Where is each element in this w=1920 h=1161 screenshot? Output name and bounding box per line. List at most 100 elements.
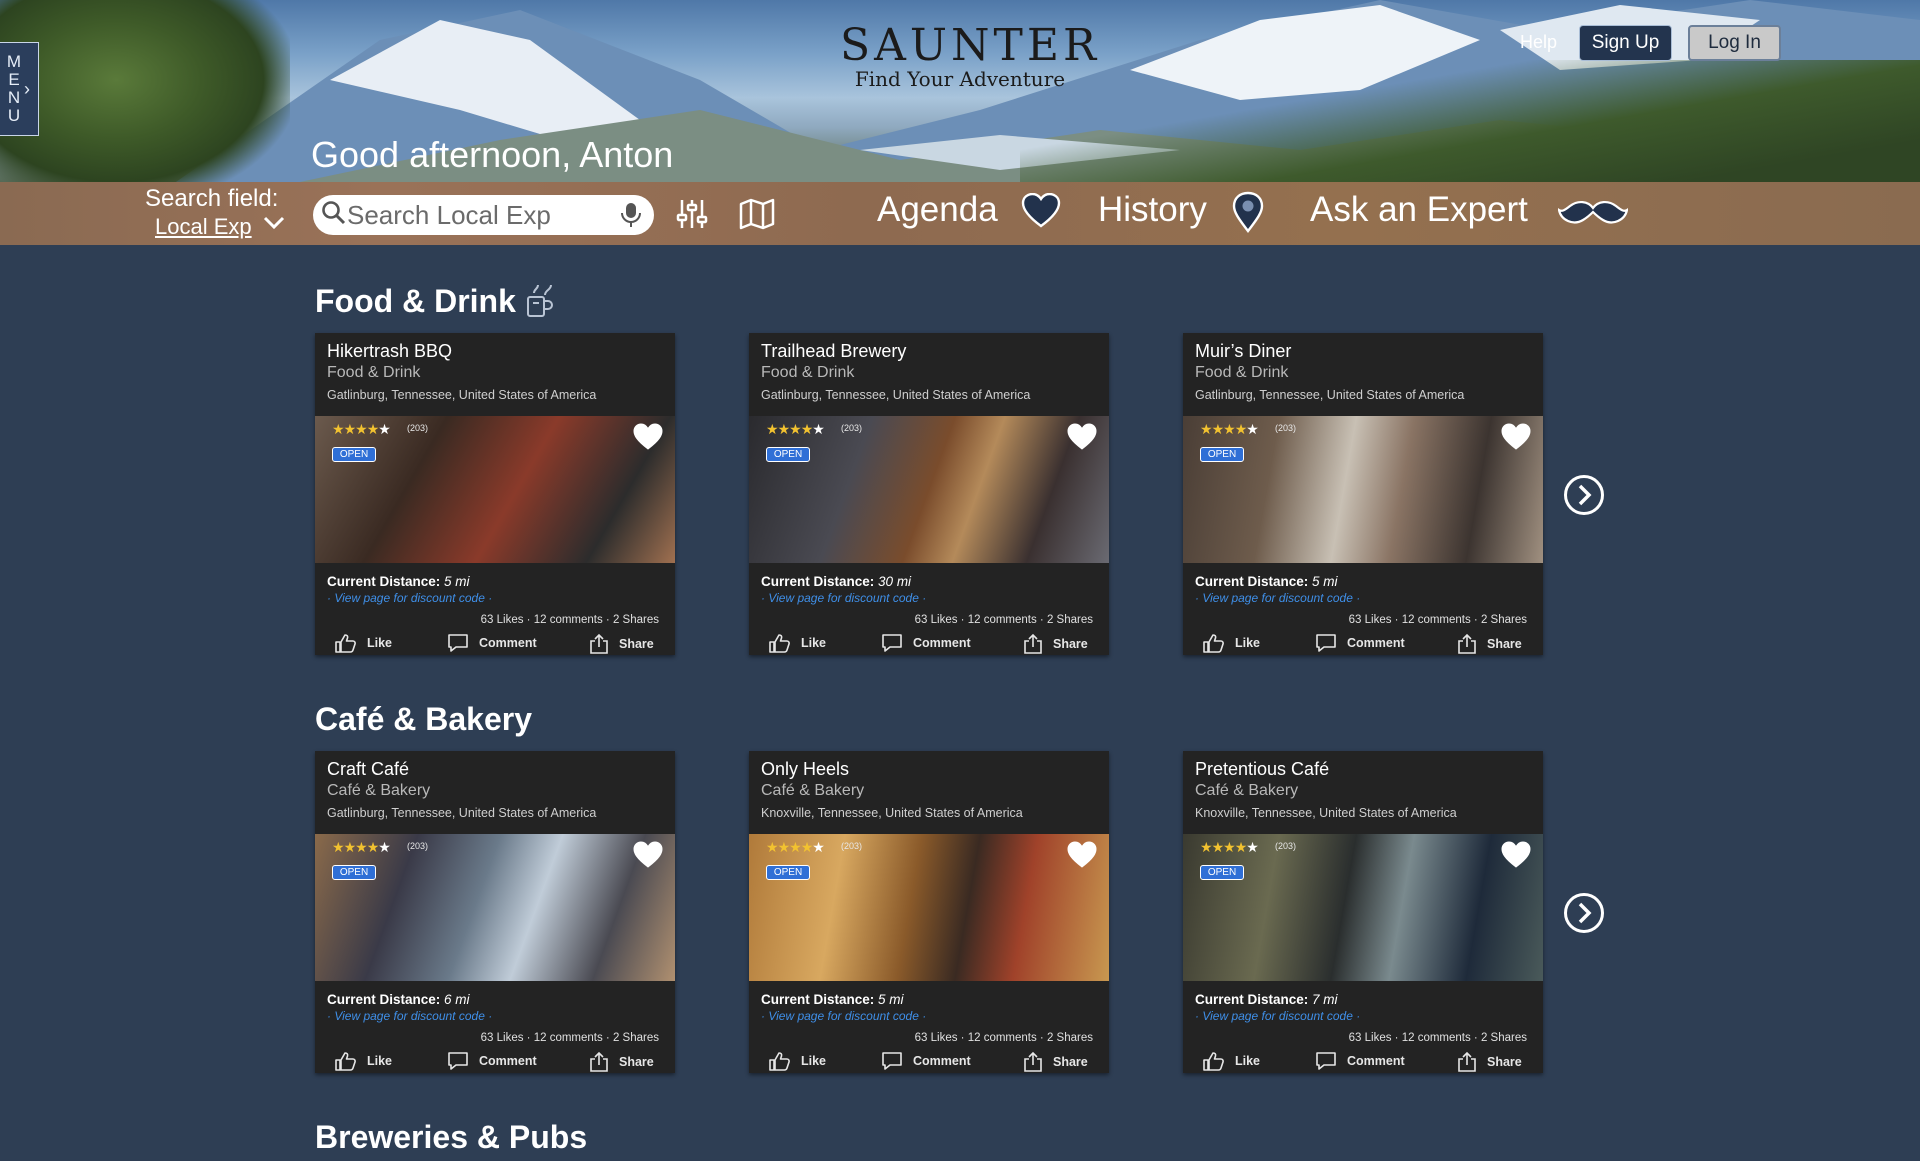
share-button[interactable]: Share [589,633,654,655]
logo[interactable]: SAUNTER Find Your Adventure [840,22,1096,91]
greeting: Good afternoon, Anton [311,134,674,175]
microphone-icon[interactable] [620,202,642,233]
discount-link[interactable]: · View page for discount code · [761,1009,926,1023]
coffee-cup-icon [525,283,559,324]
share-button[interactable]: Share [1023,633,1088,655]
card-title[interactable]: Trailhead Brewery [761,341,906,362]
distance-text: Current Distance: 5 mi [761,992,904,1007]
comment-icon [1316,1052,1336,1070]
card-title[interactable]: Only Heels [761,759,849,780]
card-title[interactable]: Muir’s Diner [1195,341,1291,362]
map-icon[interactable] [738,197,776,236]
star-icon: ★ [800,421,814,437]
status-badge: OPEN [332,447,376,462]
star-icon: ★ [343,839,357,855]
favorite-heart-icon[interactable] [632,423,664,456]
card-actions: Like Comment Share [749,1049,1109,1073]
chevron-down-icon[interactable] [263,214,285,237]
nav-ask-expert[interactable]: Ask an Expert [1310,190,1528,230]
star-icon: ★ [1223,421,1236,437]
location-pin-icon[interactable] [1230,191,1266,238]
card-photo[interactable] [315,416,675,563]
mustache-icon[interactable] [1557,198,1629,233]
card-title[interactable]: Hikertrash BBQ [327,341,452,362]
engagement-stats: 63 Likes · 12 comments · 2 Shares [480,1032,659,1044]
card-title[interactable]: Craft Café [327,759,409,780]
section-title-food-drink: Food & Drink [315,283,516,319]
nav-agenda[interactable]: Agenda [877,190,998,230]
like-button[interactable]: Like [335,1051,392,1071]
chevron-right-circle-icon [1564,475,1604,515]
card-photo[interactable] [749,834,1109,981]
menu-toggle[interactable]: M E N U › [0,42,39,136]
carousel-next-button[interactable] [1563,892,1605,934]
comment-button[interactable]: Comment [1315,633,1405,653]
card-photo[interactable] [315,834,675,981]
card-photo[interactable] [1183,416,1543,563]
discount-link[interactable]: · View page for discount code · [327,1009,492,1023]
comment-button[interactable]: Comment [447,1051,537,1071]
card-photo[interactable] [1183,834,1543,981]
share-button[interactable]: Share [1457,633,1522,655]
experience-card[interactable]: Muir’s Diner Food & Drink Gatlinburg, Te… [1183,333,1543,655]
log-in-button[interactable]: Log In [1688,25,1781,61]
card-category: Food & Drink [761,364,855,381]
share-button[interactable]: Share [1023,1051,1088,1073]
share-button[interactable]: Share [1457,1051,1522,1073]
star-icon: ★ [332,839,345,855]
discount-link[interactable]: · View page for discount code · [327,591,492,605]
like-button[interactable]: Like [769,633,826,653]
card-location: Knoxville, Tennessee, United States of A… [1195,806,1457,820]
card-title[interactable]: Pretentious Café [1195,759,1329,780]
engagement-stats: 63 Likes · 12 comments · 2 Shares [1348,614,1527,626]
favorite-heart-icon[interactable] [1066,841,1098,874]
discount-link[interactable]: · View page for discount code · [761,591,926,605]
comment-button[interactable]: Comment [881,1051,971,1071]
favorite-heart-icon[interactable] [632,841,664,874]
thumbs-up-icon [335,634,356,653]
experience-card[interactable]: Hikertrash BBQ Food & Drink Gatlinburg, … [315,333,675,655]
star-icon: ★ [766,839,779,855]
like-button[interactable]: Like [769,1051,826,1071]
chevron-right-circle-icon [1564,893,1604,933]
share-button[interactable]: Share [589,1051,654,1073]
favorite-heart-icon[interactable] [1500,423,1532,456]
carousel-next-button[interactable] [1563,474,1605,516]
favorite-heart-icon[interactable] [1066,423,1098,456]
chevron-right-icon: › [24,78,30,99]
help-link[interactable]: Help [1520,32,1557,53]
tree-foliage [0,0,290,200]
heart-icon[interactable] [1021,192,1061,234]
search-scope-select[interactable]: Local Exp [155,214,252,240]
discount-link[interactable]: · View page for discount code · [1195,591,1360,605]
experience-card[interactable]: Pretentious Café Café & Bakery Knoxville… [1183,751,1543,1073]
comment-icon [882,634,902,652]
status-badge: OPEN [766,447,810,462]
comment-button[interactable]: Comment [1315,1051,1405,1071]
experience-card[interactable]: Trailhead Brewery Food & Drink Gatlinbur… [749,333,1109,655]
star-icon: ★ [812,839,825,855]
discount-link[interactable]: · View page for discount code · [1195,1009,1360,1023]
search-input[interactable] [347,199,603,231]
comment-button[interactable]: Comment [881,633,971,653]
like-button[interactable]: Like [1203,633,1260,653]
experience-card[interactable]: Craft Café Café & Bakery Gatlinburg, Ten… [315,751,675,1073]
search-bar [313,195,654,235]
comment-icon [448,634,468,652]
star-icon: ★ [800,839,814,855]
star-icon: ★ [1211,421,1225,437]
card-photo[interactable] [749,416,1109,563]
status-badge: OPEN [1200,447,1244,462]
star-icon: ★ [1223,839,1236,855]
section-title-cafe-bakery: Café & Bakery [315,701,532,737]
card-location: Gatlinburg, Tennessee, United States of … [327,388,597,402]
star-icon: ★ [812,421,825,437]
favorite-heart-icon[interactable] [1500,841,1532,874]
sign-up-button[interactable]: Sign Up [1579,25,1672,61]
comment-button[interactable]: Comment [447,633,537,653]
like-button[interactable]: Like [1203,1051,1260,1071]
like-button[interactable]: Like [335,633,392,653]
nav-history[interactable]: History [1098,190,1207,230]
experience-card[interactable]: Only Heels Café & Bakery Knoxville, Tenn… [749,751,1109,1073]
filter-sliders-icon[interactable] [675,197,709,236]
